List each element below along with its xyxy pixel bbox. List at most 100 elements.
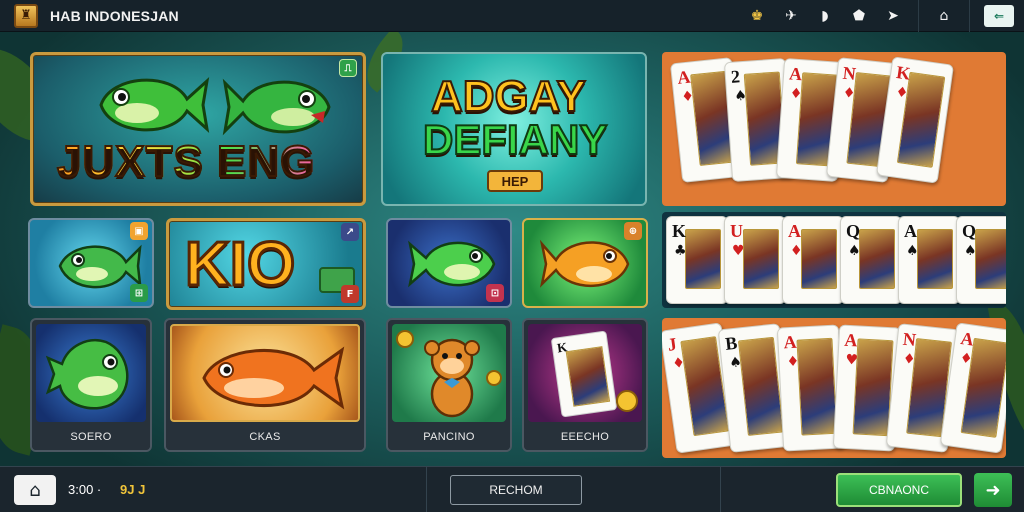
tile-badge-icon[interactable]: ⊕	[624, 222, 642, 240]
featured-game-banner-center[interactable]: ADGAY DEFIANY HEP	[381, 52, 647, 206]
store-icon[interactable]: ⌂	[933, 5, 955, 27]
card-rank: A	[788, 221, 801, 241]
coin-bag-icon[interactable]: ♚	[746, 5, 768, 27]
card-suit-icon: ♦	[671, 354, 687, 373]
card-face-art	[737, 336, 784, 436]
green-fish-icon	[222, 78, 331, 136]
card-suit-icon: ♥	[732, 243, 745, 259]
tile-badge-icon[interactable]: ↗	[341, 223, 359, 241]
playing-card[interactable]: A ♠	[898, 216, 960, 304]
app-logo-icon[interactable]: ♜	[14, 3, 38, 28]
tile-badge-icon[interactable]: F	[341, 285, 359, 303]
tag-icon[interactable]: ➤	[882, 5, 904, 27]
app-title: HAB INDONESJAN	[50, 7, 179, 24]
game-logo: KIO	[183, 229, 296, 301]
card-suit-icon: ♦	[958, 350, 974, 368]
game-title: EEECHO	[524, 424, 646, 450]
game-title: PANCINO	[388, 424, 510, 450]
chat-icon[interactable]: ◗	[814, 5, 836, 27]
card-game-panel-top[interactable]: A ♦ 2 ♠ A ♦ N ♦ K ♦	[662, 52, 1006, 206]
card-face-art	[685, 229, 721, 289]
card-suit-icon: ♠	[848, 243, 861, 259]
coin-icon	[616, 390, 638, 412]
tile-badge-icon[interactable]: ▣	[130, 222, 148, 240]
card-face-art	[917, 229, 953, 289]
game-logo: JUXTS ENG	[56, 136, 316, 187]
card-suit-icon: ♦	[790, 243, 803, 259]
card-face-art	[796, 337, 838, 436]
green-fish-icon	[46, 339, 129, 410]
tools-icon[interactable]: ✈	[780, 5, 802, 27]
card-face-art	[859, 229, 895, 289]
card-suit-icon: ♦	[841, 84, 857, 103]
card-suit-icon: ♦	[789, 85, 803, 103]
playing-card[interactable]: U ♥	[724, 216, 786, 304]
clock: 3:00 ·	[68, 482, 102, 497]
card-face-art	[743, 229, 779, 289]
card-rank: N	[841, 62, 857, 84]
game-tile-soero[interactable]: SOERO	[30, 318, 152, 452]
game-tile-pancino[interactable]: PANCINO	[386, 318, 512, 452]
monkey-mascot-icon	[424, 338, 480, 418]
card-rank: U	[730, 221, 743, 241]
green-fish-icon	[58, 244, 142, 289]
game-tile-kio[interactable]: KIO ↗ F	[166, 218, 366, 310]
card-rank: A	[676, 66, 692, 88]
game-logo-line2: DEFIANY	[422, 115, 608, 164]
card-rank: Q	[846, 221, 861, 241]
section-button[interactable]: RECHOM	[450, 475, 582, 505]
card-suit-icon: ♦	[902, 350, 917, 369]
orange-fish-icon	[539, 239, 630, 288]
card-rank: A	[904, 221, 917, 241]
card-rank: J	[666, 333, 679, 355]
exit-icon[interactable]: ⇐	[984, 5, 1014, 27]
shield-icon[interactable]: ⬟	[848, 5, 870, 27]
game-tile-eeecho[interactable]: K EEECHO	[522, 318, 648, 452]
card-rank: Q	[962, 221, 977, 241]
game-tile-fish-navy[interactable]: ⊡	[386, 218, 512, 308]
top-icon-group: ♚ ✈ ◗ ⬟ ➤ ⌂ ⇐	[740, 0, 1024, 32]
green-fish-icon	[99, 77, 210, 133]
playing-card[interactable]: A ♦	[782, 216, 844, 304]
orange-fish-icon	[202, 346, 345, 410]
playing-card[interactable]: Q ♠	[840, 216, 902, 304]
card-suit-icon: ♠	[733, 87, 748, 105]
playing-card[interactable]: Q ♠	[956, 216, 1006, 304]
card-face-art	[801, 229, 837, 289]
playing-card-icon: K	[550, 330, 618, 418]
top-bar: ♜ HAB INDONESJAN ♚ ✈ ◗ ⬟ ➤ ⌂ ⇐	[0, 0, 1024, 32]
tile-badge-icon[interactable]: ⊡	[486, 284, 504, 302]
divider	[720, 467, 721, 512]
game-tile-ckas[interactable]: CKAS	[164, 318, 366, 452]
card-suit-icon: ♠	[728, 354, 743, 372]
featured-game-banner-left[interactable]: JUXTS ENG ⎍	[30, 52, 366, 206]
game-sub-badge: HEP	[487, 170, 543, 192]
card-suit-icon: ♠	[906, 243, 919, 259]
card-suit-icon: ♣	[674, 243, 687, 259]
card-suit-icon: ♥	[845, 351, 859, 369]
card-rank: A	[783, 331, 798, 353]
card-suit-icon: ♠	[964, 243, 977, 259]
game-logo-line1: ADGAY	[430, 71, 587, 122]
banner-badge-icon[interactable]: ⎍	[339, 59, 357, 77]
bottom-bar: ⌂ 3:00 · 9J J RECHOM CBNAONC ➜	[0, 466, 1024, 512]
coin-icon	[486, 370, 502, 386]
card-suit-icon: ♦	[786, 353, 800, 371]
card-game-panel-bottom[interactable]: J ♦ B ♠ A ♦ A ♥ N ♦ A ♦	[662, 318, 1006, 458]
continue-button[interactable]: CBNAONC	[836, 473, 962, 507]
game-tile-fish-orange[interactable]: ⊕	[522, 218, 648, 308]
divider	[969, 0, 970, 32]
game-title: SOERO	[32, 424, 150, 450]
card-suit-icon: ♦	[894, 84, 910, 102]
playing-card[interactable]: K ♣	[666, 216, 728, 304]
next-button[interactable]: ➜	[974, 473, 1012, 507]
card-rank: B	[724, 332, 739, 354]
card-game-panel-middle[interactable]: K ♣ U ♥ A ♦ Q ♠ A ♠ Q ♠	[662, 212, 1006, 308]
divider	[918, 0, 919, 32]
card-suit-icon: ♦	[680, 88, 695, 106]
game-tile-fish-blue[interactable]: ▣ ⊞	[28, 218, 154, 308]
balance: 9J J	[120, 482, 146, 497]
game-title: CKAS	[166, 424, 364, 450]
tile-badge-icon[interactable]: ⊞	[130, 284, 148, 302]
home-button[interactable]: ⌂	[14, 475, 56, 505]
